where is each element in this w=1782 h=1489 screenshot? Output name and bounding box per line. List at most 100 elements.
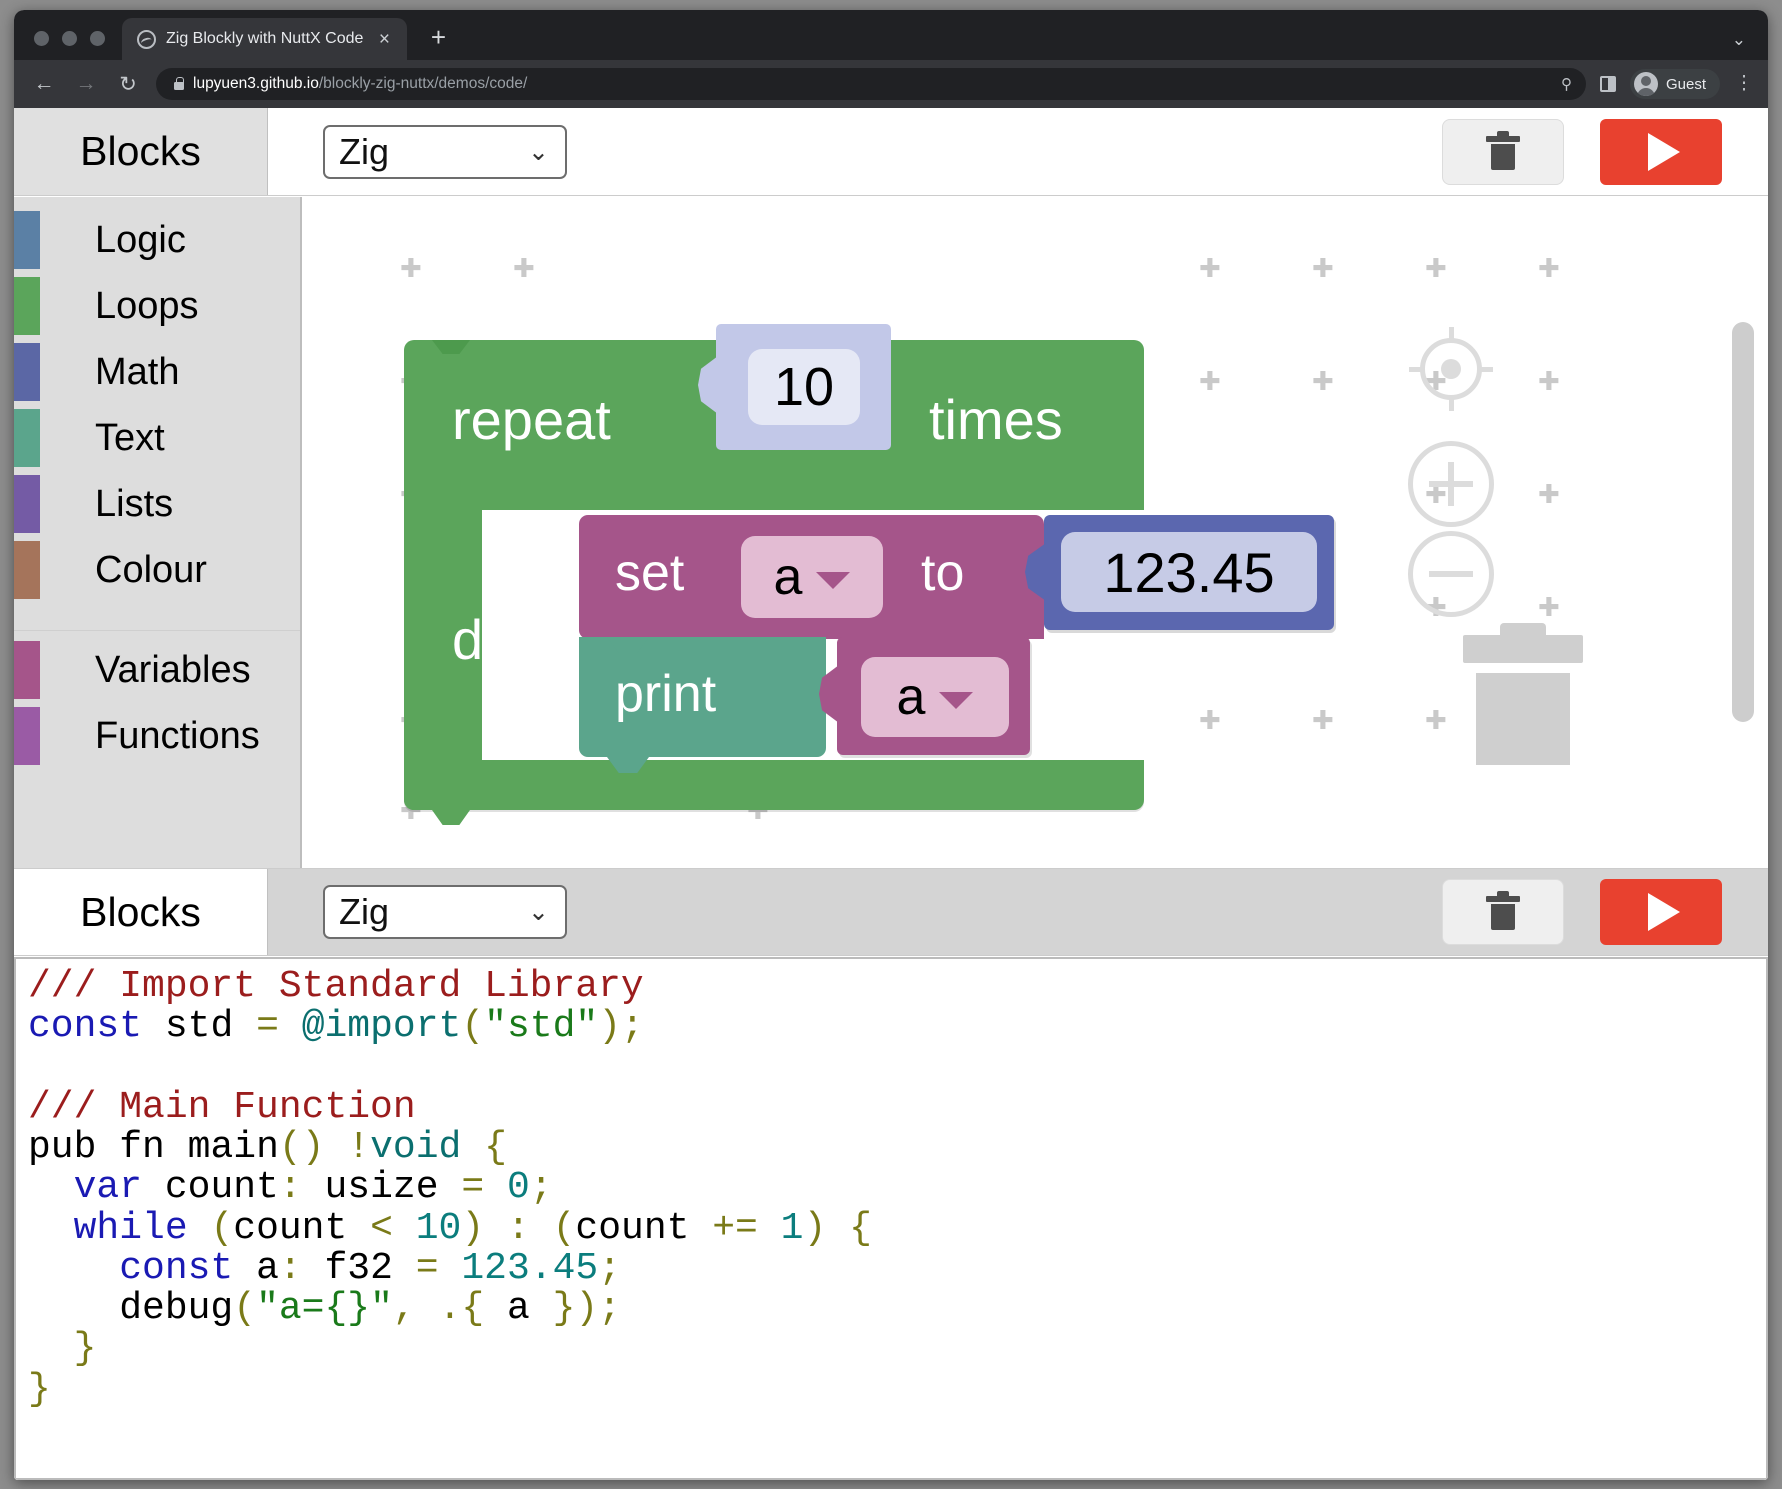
workspace-vertical-scrollbar[interactable] [1732,322,1754,722]
url-host: lupyuen3.github.io [193,75,319,92]
toolbox-category-label: Loops [95,284,199,327]
language-select-value-bottom: Zig [339,891,390,932]
lock-icon [174,76,184,90]
block-print-label: print [615,665,717,723]
category-colour-swatch [14,409,40,467]
close-icon[interactable]: × [373,30,395,49]
play-icon [1648,132,1680,171]
toolbox-category-label: Functions [95,714,260,757]
toolbox-separator [14,603,300,631]
trash-icon [1486,130,1520,172]
block-notch [607,637,649,653]
close-window-button[interactable] [34,31,49,46]
forward-icon[interactable]: → [72,72,100,96]
category-colour-swatch [14,707,40,765]
browser-menu-icon[interactable]: ⋮ [1734,74,1754,94]
avatar [1633,72,1658,96]
category-colour-swatch [14,541,40,599]
zoom-out-icon[interactable] [1408,531,1494,617]
top-action-buttons [1442,108,1768,195]
print-variable-name: a [896,668,926,726]
browser-window: Zig Blockly with NuttX Code × + ⌄ ← → ↻ … [14,10,1768,1480]
tab-blocks-top[interactable]: Blocks [14,108,268,195]
toolbox-category-loops[interactable]: Loops [14,273,300,339]
block-notch [432,810,470,825]
url-path: /blockly-zig-nuttx/demos/code/ [318,75,528,92]
toolbox-category-variables[interactable]: Variables [14,637,300,703]
grid-dot: ✚ [1199,705,1221,735]
block-variable-get[interactable]: a [837,637,1030,755]
grid-dot: ✚ [400,253,422,283]
category-colour-swatch [14,641,40,699]
play-icon [1648,893,1680,931]
block-repeat-do-label: do [452,608,515,671]
block-set-to-label: to [921,544,965,602]
grid-dot: ✚ [1312,366,1334,396]
toolbox-category-label: Text [95,416,165,459]
zoom-search-icon[interactable]: ⚲ [1561,75,1572,93]
print-variable-dropdown[interactable]: a [861,657,1009,737]
block-print[interactable]: print [579,637,826,773]
back-icon[interactable]: ← [30,72,58,96]
grid-dot: ✚ [1312,253,1334,283]
address-bar-url: lupyuen3.github.io/blockly-zig-nuttx/dem… [193,75,1552,93]
grid-dot: ✚ [1425,253,1447,283]
block-repeat-count-socket[interactable]: 10 [716,324,891,450]
toolbox-category-label: Math [95,350,180,393]
split-view-icon[interactable] [1599,76,1616,92]
browser-tab-strip: Zig Blockly with NuttX Code × + ⌄ [14,10,1768,60]
tab-blocks-bottom[interactable]: Blocks [14,869,268,955]
grid-dot: ✚ [1538,592,1560,622]
block-number[interactable]: 123.45 [1044,515,1334,630]
toolbox-category-colour[interactable]: Colour [14,537,300,603]
grid-dot: ✚ [513,253,535,283]
address-bar[interactable]: lupyuen3.github.io/blockly-zig-nuttx/dem… [156,68,1586,100]
top-toolbar: Blocks Zig ⌄ [14,108,1768,196]
toolbox-category-label: Lists [95,482,174,525]
code-line: /// Main Function [28,1085,416,1129]
delete-blocks-button-top[interactable] [1442,118,1564,185]
chevron-down-icon: ⌄ [528,137,549,166]
new-tab-button[interactable]: + [423,24,453,50]
toolbox-category-lists[interactable]: Lists [14,471,300,537]
grid-dot: ✚ [1538,479,1560,509]
run-button-top[interactable] [1600,118,1722,185]
bottom-action-buttons [1442,879,1768,945]
profile-button[interactable]: Guest [1629,69,1720,99]
grid-dot: ✚ [1538,366,1560,396]
set-variable-name: a [773,548,803,606]
repeat-count-field[interactable]: 10 [748,349,860,425]
reload-icon[interactable]: ↻ [114,72,142,97]
browser-tab[interactable]: Zig Blockly with NuttX Code × [122,18,408,60]
language-select-container-top: Zig ⌄ [268,108,1442,195]
toolbox-category-label: Logic [95,218,186,261]
grid-dot: ✚ [1312,705,1334,735]
generated-code-panel[interactable]: /// Import Standard Library const std = … [14,957,1768,1480]
toolbox-category-logic[interactable]: Logic [14,207,300,273]
block-set-variable[interactable]: set a to [579,515,1044,655]
delete-blocks-button-bottom[interactable] [1442,879,1564,945]
chevron-down-icon[interactable]: ⌄ [1732,30,1746,50]
toolbox-category-functions[interactable]: Functions [14,703,300,769]
chevron-down-icon [816,571,851,589]
minimize-window-button[interactable] [62,31,77,46]
blockly-workspace[interactable]: ✚ ✚ ✚ ✚ ✚ ✚ ✚ ✚ ✚ ✚ ✚ ✚ ✚ ✚ ✚ ✚ ✚ ✚ ✚ ✚ … [304,197,1768,868]
language-select-bottom[interactable]: Zig ⌄ [323,885,567,939]
run-button-bottom[interactable] [1600,879,1722,945]
language-select-container-bottom: Zig ⌄ [268,869,1768,955]
workspace-trashcan-icon[interactable] [1463,623,1583,765]
language-select-top[interactable]: Zig ⌄ [323,124,567,179]
number-value-field[interactable]: 123.45 [1061,532,1317,612]
chevron-down-icon: ⌄ [528,898,549,926]
generated-code: /// Import Standard Library const std = … [28,965,872,1411]
set-variable-dropdown[interactable]: a [741,536,883,618]
toolbox-category-label: Variables [95,648,251,691]
grid-dot: ✚ [1199,366,1221,396]
blockly-toolbox: Logic Loops Math Text Lists Colour Varia… [14,197,302,868]
center-target-icon[interactable] [1409,327,1493,411]
maximize-window-button[interactable] [90,31,105,46]
zoom-in-icon[interactable] [1408,441,1494,527]
grid-dot: ✚ [1199,253,1221,283]
toolbox-category-math[interactable]: Math [14,339,300,405]
toolbox-category-text[interactable]: Text [14,405,300,471]
